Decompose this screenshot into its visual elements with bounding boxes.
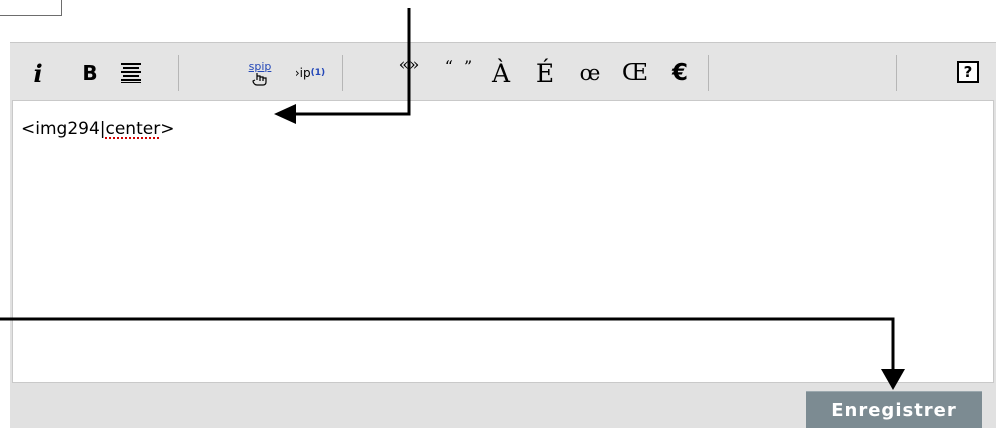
footnote-marker: (1) [310, 68, 326, 78]
center-align-icon [121, 63, 141, 83]
a-grave-button[interactable]: À [482, 55, 520, 91]
center-align-button[interactable] [114, 55, 148, 91]
toolbar-separator [342, 55, 343, 91]
editor-textarea[interactable]: <img294|center> [12, 100, 994, 383]
text-editor: i B spip ›ip (1) «» “ ” À É œ Œ € ? <img… [10, 42, 996, 428]
editor-text-suffix: > [160, 119, 175, 139]
spip-link-label: spip [248, 59, 272, 73]
toolbar-separator [708, 55, 709, 91]
euro-button[interactable]: € [660, 55, 700, 91]
editor-text-misspelled: center [105, 119, 161, 139]
oe-ligature-button[interactable]: œ [570, 55, 610, 91]
editor-text-prefix: <img294| [21, 119, 106, 139]
editor-toolbar: i B spip ›ip (1) «» “ ” À É œ Œ € ? [10, 42, 996, 100]
help-button[interactable]: ? [957, 61, 979, 83]
e-acute-button[interactable]: É [526, 55, 564, 91]
save-button[interactable]: Enregistrer [806, 391, 982, 428]
OE-ligature-button[interactable]: Œ [614, 55, 656, 91]
bold-button[interactable]: B [74, 55, 106, 91]
toolbar-separator [896, 55, 897, 91]
spip-link-button[interactable]: spip [236, 55, 284, 91]
french-quotes-button[interactable]: «» [390, 55, 428, 91]
spip-footnote-label: ›ip [294, 66, 311, 80]
english-quotes-button[interactable]: “ ” [438, 55, 482, 91]
toolbar-separator [178, 55, 179, 91]
italic-button[interactable]: i [22, 55, 54, 91]
spip-footnote-button[interactable]: ›ip (1) [286, 55, 334, 91]
hand-pointer-icon [252, 72, 267, 86]
partial-box-top-left [0, 0, 62, 16]
